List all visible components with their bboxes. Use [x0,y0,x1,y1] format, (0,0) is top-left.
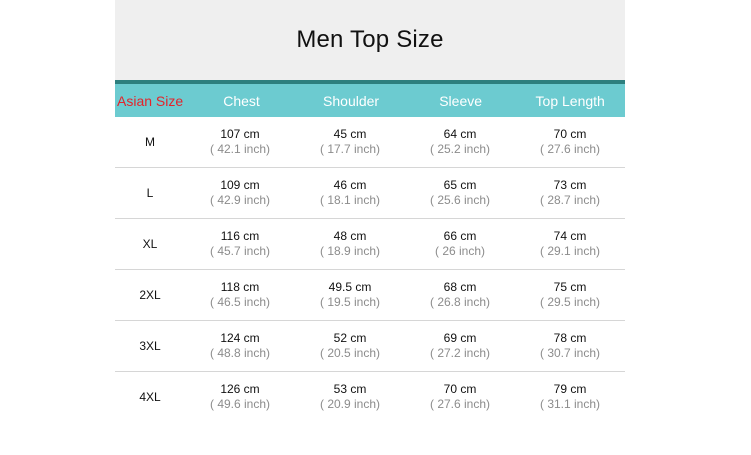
top-length-cell: 74 cm( 29.1 inch) [515,229,625,259]
header-top-length: Top Length [535,92,605,109]
top-length-cell: 78 cm( 30.7 inch) [515,331,625,361]
top-length-inch-value: ( 30.7 inch) [539,346,601,360]
header-shoulder: Shoulder [323,92,380,109]
shoulder-cm-value: 45 cm [333,127,367,141]
shoulder-inch-value: ( 17.7 inch) [319,142,381,156]
shoulder-cell: 48 cm( 18.9 inch) [295,229,405,259]
table-row: 3XL 124 cm( 48.8 inch) 52 cm( 20.5 inch) 69… [115,321,625,372]
shoulder-cm-value: 52 cm [333,331,367,345]
top-length-cell: 75 cm( 29.5 inch) [515,280,625,310]
chest-cell: 116 cm( 45.7 inch) [185,229,295,259]
top-length-inch-value: ( 29.1 inch) [539,244,601,258]
sleeve-cm-value: 69 cm [443,331,477,345]
header-asian-size: Asian Size [117,92,184,109]
chest-inch-value: ( 48.8 inch) [209,346,271,360]
sleeve-inch-value: ( 27.6 inch) [429,397,491,411]
shoulder-cm-value: 53 cm [333,382,367,396]
chest-inch-value: ( 42.1 inch) [209,142,271,156]
sleeve-cm-value: 66 cm [443,229,477,243]
sleeve-cm-value: 70 cm [443,382,477,396]
size-label: 2XL [139,288,161,302]
sleeve-cell: 68 cm( 26.8 inch) [405,280,515,310]
shoulder-inch-value: ( 18.9 inch) [319,244,381,258]
size-label: 4XL [139,390,161,404]
table-body: M 107 cm( 42.1 inch) 45 cm( 17.7 inch) 64 c… [115,117,625,422]
top-length-inch-value: ( 28.7 inch) [539,193,601,207]
table-row: 2XL 118 cm( 46.5 inch) 49.5 cm( 19.5 inch)… [115,270,625,321]
shoulder-cm-value: 49.5 cm [328,280,372,294]
title-bar: Men Top Size [115,0,625,80]
chart-title: Men Top Size [296,26,444,53]
top-length-cm-value: 74 cm [553,229,587,243]
shoulder-inch-value: ( 20.9 inch) [319,397,381,411]
sleeve-cell: 65 cm( 25.6 inch) [405,178,515,208]
chest-cell: 118 cm( 46.5 inch) [185,280,295,310]
sleeve-cell: 70 cm( 27.6 inch) [405,382,515,412]
top-length-cell: 79 cm( 31.1 inch) [515,382,625,412]
chest-cm-value: 109 cm [220,178,260,192]
chest-cell: 109 cm( 42.9 inch) [185,178,295,208]
sleeve-inch-value: ( 25.2 inch) [429,142,491,156]
table-row: M 107 cm( 42.1 inch) 45 cm( 17.7 inch) 64 c… [115,117,625,168]
sleeve-cell: 69 cm( 27.2 inch) [405,331,515,361]
shoulder-inch-value: ( 19.5 inch) [319,295,381,309]
top-length-inch-value: ( 27.6 inch) [539,142,601,156]
chest-cm-value: 126 cm [220,382,260,396]
chest-cm-value: 116 cm [220,229,260,243]
chest-inch-value: ( 45.7 inch) [209,244,271,258]
chest-inch-value: ( 49.6 inch) [209,397,271,411]
shoulder-inch-value: ( 20.5 inch) [319,346,381,360]
size-label: L [146,186,154,200]
sleeve-cell: 64 cm( 25.2 inch) [405,127,515,157]
top-length-cm-value: 78 cm [553,331,587,345]
shoulder-cell: 46 cm( 18.1 inch) [295,178,405,208]
size-label: XL [142,237,158,251]
top-length-cm-value: 70 cm [553,127,587,141]
chest-inch-value: ( 42.9 inch) [209,193,271,207]
shoulder-cell: 53 cm( 20.9 inch) [295,382,405,412]
sleeve-inch-value: ( 26 inch) [434,244,486,258]
header-chest: Chest [223,92,260,109]
top-length-cm-value: 75 cm [553,280,587,294]
top-length-cm-value: 79 cm [553,382,587,396]
table-header: Asian Size Chest Shoulder Sleeve Top Len… [115,80,625,117]
shoulder-cm-value: 48 cm [333,229,367,243]
sleeve-cell: 66 cm( 26 inch) [405,229,515,259]
shoulder-inch-value: ( 18.1 inch) [319,193,381,207]
top-length-cell: 70 cm( 27.6 inch) [515,127,625,157]
sleeve-inch-value: ( 26.8 inch) [429,295,491,309]
chest-inch-value: ( 46.5 inch) [209,295,271,309]
top-length-cm-value: 73 cm [553,178,587,192]
header-sleeve: Sleeve [439,92,483,109]
shoulder-cm-value: 46 cm [333,178,367,192]
table-row: XL 116 cm( 45.7 inch) 48 cm( 18.9 inch) 66 … [115,219,625,270]
size-chart: Men Top Size Asian Size Chest Shoulder S… [115,0,625,455]
chest-cm-value: 107 cm [220,127,260,141]
table-row: L 109 cm( 42.9 inch) 46 cm( 18.1 inch) 65 c… [115,168,625,219]
shoulder-cell: 45 cm( 17.7 inch) [295,127,405,157]
chest-cell: 126 cm( 49.6 inch) [185,382,295,412]
table-row: 4XL 126 cm( 49.6 inch) 53 cm( 20.9 inch) 70… [115,372,625,422]
chest-cm-value: 118 cm [220,280,260,294]
size-label: 3XL [139,339,161,353]
sleeve-cm-value: 65 cm [443,178,477,192]
top-length-cell: 73 cm( 28.7 inch) [515,178,625,208]
top-length-inch-value: ( 31.1 inch) [539,397,601,411]
size-label: M [145,135,155,149]
top-length-inch-value: ( 29.5 inch) [539,295,601,309]
shoulder-cell: 52 cm( 20.5 inch) [295,331,405,361]
chest-cell: 107 cm( 42.1 inch) [185,127,295,157]
sleeve-inch-value: ( 25.6 inch) [429,193,491,207]
chest-cm-value: 124 cm [220,331,260,345]
sleeve-cm-value: 68 cm [443,280,477,294]
sleeve-cm-value: 64 cm [443,127,477,141]
chest-cell: 124 cm( 48.8 inch) [185,331,295,361]
sleeve-inch-value: ( 27.2 inch) [429,346,491,360]
shoulder-cell: 49.5 cm( 19.5 inch) [295,280,405,310]
